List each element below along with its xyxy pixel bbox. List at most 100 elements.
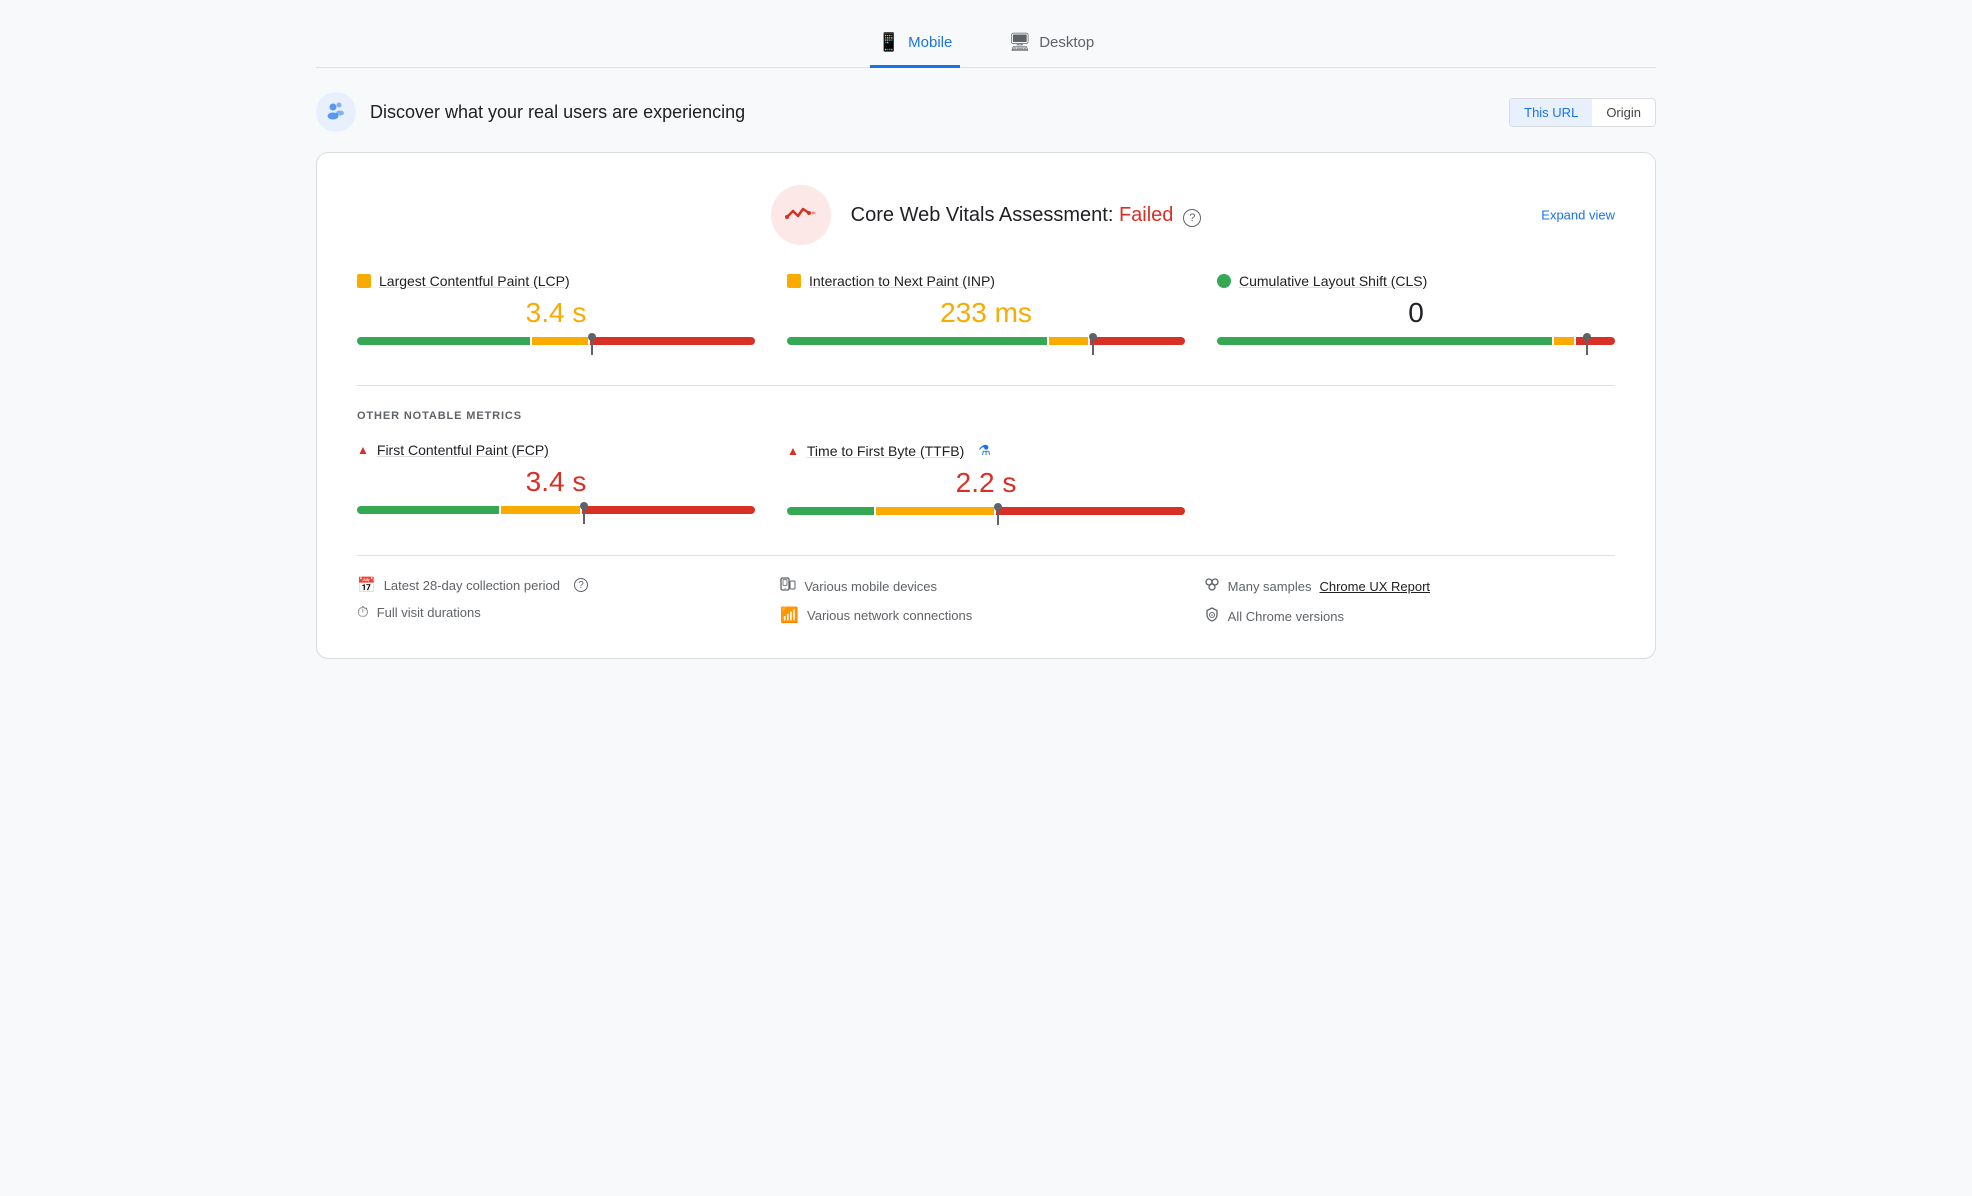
marker-dot xyxy=(588,333,596,341)
progress-bar xyxy=(787,337,1185,345)
bar-orange xyxy=(1554,337,1574,345)
progress-bar-wrapper xyxy=(357,506,755,522)
bar-orange xyxy=(532,337,587,345)
other-metric-label-ttfb: ▲ Time to First Byte (TTFB) ⚗ xyxy=(787,442,1185,459)
metric-label-lcp: Largest Contentful Paint (LCP) xyxy=(357,273,755,289)
bar-marker xyxy=(1089,335,1097,355)
metric-value-cls: 0 xyxy=(1217,297,1615,329)
footer-info: 📅 Latest 28-day collection period ? ⏱ Fu… xyxy=(357,555,1615,626)
mobile-devices-icon xyxy=(780,576,796,596)
marker-dot xyxy=(994,503,1002,511)
footer-collection-period: 📅 Latest 28-day collection period ? xyxy=(357,576,768,594)
metric-dot-cls xyxy=(1217,274,1231,288)
tab-desktop[interactable]: 🖥 Desktop xyxy=(1000,20,1102,68)
collection-help-icon[interactable]: ? xyxy=(574,578,588,592)
marker-line xyxy=(583,510,585,524)
chrome-ux-report-link[interactable]: Chrome UX Report xyxy=(1319,579,1430,594)
bar-red xyxy=(1576,337,1615,345)
tab-mobile[interactable]: 📱 Mobile xyxy=(870,20,961,68)
metric-value-lcp: 3.4 s xyxy=(357,297,755,329)
progress-bar-wrapper xyxy=(1217,337,1615,353)
bar-green xyxy=(787,507,874,515)
footer-samples-text: Many samples xyxy=(1228,579,1312,594)
progress-bar-wrapper xyxy=(357,337,755,353)
marker-line xyxy=(997,511,999,525)
metric-link-cls[interactable]: Cumulative Layout Shift (CLS) xyxy=(1239,273,1427,289)
bar-red xyxy=(996,507,1185,515)
bar-red xyxy=(1090,337,1185,345)
other-metrics-grid: ▲ First Contentful Paint (FCP) 3.4 s ▲ T… xyxy=(357,442,1615,523)
other-metric-link-fcp[interactable]: First Contentful Paint (FCP) xyxy=(377,442,549,458)
origin-button[interactable]: Origin xyxy=(1592,99,1655,126)
metric-label-inp: Interaction to Next Paint (INP) xyxy=(787,273,1185,289)
divider xyxy=(357,385,1615,386)
tab-desktop-label: Desktop xyxy=(1039,34,1094,51)
assessment-title: Core Web Vitals Assessment: Failed ? xyxy=(851,204,1202,227)
marker-dot xyxy=(1089,333,1097,341)
bar-green xyxy=(787,337,1047,345)
metric-label-cls: Cumulative Layout Shift (CLS) xyxy=(1217,273,1615,289)
metric-dot-inp xyxy=(787,274,801,288)
other-metric-fcp: ▲ First Contentful Paint (FCP) 3.4 s xyxy=(357,442,755,523)
metric-inp: Interaction to Next Paint (INP) 233 ms xyxy=(787,273,1185,353)
other-metric-value-ttfb: 2.2 s xyxy=(787,467,1185,499)
bar-orange xyxy=(501,506,580,514)
header-left: Discover what your real users are experi… xyxy=(316,92,745,132)
triangle-icon-fcp: ▲ xyxy=(357,443,369,457)
bar-marker xyxy=(1583,335,1591,355)
metric-cls: Cumulative Layout Shift (CLS) 0 xyxy=(1217,273,1615,353)
samples-icon xyxy=(1204,576,1220,596)
expand-view-button[interactable]: Expand view xyxy=(1541,208,1615,223)
footer-mobile-text: Various mobile devices xyxy=(804,579,937,594)
footer-samples: Many samples Chrome UX Report xyxy=(1204,576,1615,596)
progress-bar xyxy=(1217,337,1615,345)
avatar xyxy=(316,92,356,132)
metric-link-inp[interactable]: Interaction to Next Paint (INP) xyxy=(809,273,995,289)
marker-line xyxy=(1586,341,1588,355)
footer-chrome-versions: All Chrome versions xyxy=(1204,606,1615,626)
progress-bar xyxy=(787,507,1185,515)
main-card: Core Web Vitals Assessment: Failed ? Exp… xyxy=(316,152,1656,659)
calendar-icon: 📅 xyxy=(357,576,376,594)
metric-value-inp: 233 ms xyxy=(787,297,1185,329)
mobile-icon: 📱 xyxy=(878,32,900,53)
marker-dot xyxy=(1583,333,1591,341)
metric-dot-lcp xyxy=(357,274,371,288)
footer-network-connections: 📶 Various network connections xyxy=(780,606,1191,624)
core-metrics-grid: Largest Contentful Paint (LCP) 3.4 s Int… xyxy=(357,273,1615,353)
assessment-status: Failed xyxy=(1119,204,1173,226)
progress-bar-wrapper xyxy=(787,337,1185,353)
other-metric-value-fcp: 3.4 s xyxy=(357,466,755,498)
metric-lcp: Largest Contentful Paint (LCP) 3.4 s xyxy=(357,273,755,353)
marker-dot xyxy=(580,502,588,510)
wifi-icon: 📶 xyxy=(780,606,799,624)
bar-orange xyxy=(876,507,994,515)
shield-icon xyxy=(1204,606,1220,626)
footer-chrome-text: All Chrome versions xyxy=(1228,609,1344,624)
this-url-button[interactable]: This URL xyxy=(1510,99,1592,126)
page-title: Discover what your real users are experi… xyxy=(370,102,745,123)
progress-bar xyxy=(357,506,755,514)
footer-mobile-devices: Various mobile devices xyxy=(780,576,1191,596)
bar-marker xyxy=(994,505,1002,525)
flask-icon-ttfb: ⚗ xyxy=(978,442,991,459)
bar-marker xyxy=(580,504,588,524)
other-metric-link-ttfb[interactable]: Time to First Byte (TTFB) xyxy=(807,443,964,459)
other-metric-label-fcp: ▲ First Contentful Paint (FCP) xyxy=(357,442,755,458)
bar-green xyxy=(357,337,530,345)
footer-col-2: Various mobile devices 📶 Various network… xyxy=(780,576,1191,626)
footer-network-text: Various network connections xyxy=(807,608,972,623)
url-toggle: This URL Origin xyxy=(1509,98,1656,127)
assessment-icon xyxy=(771,185,831,245)
header-row: Discover what your real users are experi… xyxy=(316,92,1656,132)
assessment-help-icon[interactable]: ? xyxy=(1183,209,1201,227)
marker-line xyxy=(1092,341,1094,355)
other-metrics-label: OTHER NOTABLE METRICS xyxy=(357,410,1615,422)
desktop-icon: 🖥 xyxy=(1008,32,1031,53)
footer-visit-durations: ⏱ Full visit durations xyxy=(357,604,768,621)
bar-marker xyxy=(588,335,596,355)
triangle-icon-ttfb: ▲ xyxy=(787,444,799,458)
progress-bar-wrapper xyxy=(787,507,1185,523)
metric-link-lcp[interactable]: Largest Contentful Paint (LCP) xyxy=(379,273,570,289)
bar-orange xyxy=(1049,337,1088,345)
